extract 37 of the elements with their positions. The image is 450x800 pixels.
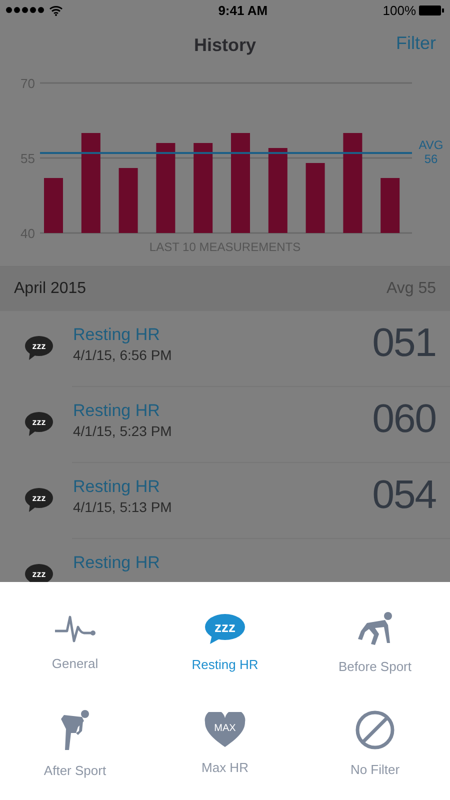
row-title: Resting HR [73,325,161,345]
prohibited-icon [355,710,395,750]
measurement-row[interactable]: zzz Resting HR 4/1/15, 6:56 PM 051 [0,311,450,387]
battery-icon [419,4,444,16]
signal-icon [6,7,44,13]
heart-icon: MAX [204,712,246,748]
section-title: April 2015 [14,280,86,298]
average-label: AVG 56 [418,138,444,166]
measurement-row[interactable]: zzz Resting HR 4/1/15, 5:13 PM 054 [0,463,450,539]
wifi-icon [49,4,63,16]
row-date: 4/1/15, 5:13 PM [73,499,173,515]
heart-rate-value: 060 [372,397,436,442]
heart-rate-value: 051 [372,321,436,366]
pulse-icon [53,614,97,644]
chart-bar [380,178,400,233]
filter-option[interactable]: General [0,592,150,693]
filter-option[interactable]: After Sport [0,693,150,794]
battery-percent: 100% [382,2,416,18]
screen-title: History [194,34,256,56]
heart-rate-value: 054 [372,473,436,518]
status-time: 9:41 AM [217,2,268,18]
filter-option[interactable]: MAX Max HR [150,693,300,794]
row-title: Resting HR [73,401,161,421]
filter-option[interactable]: No Filter [300,693,450,794]
chart-bar [306,163,325,233]
row-date: 4/1/15, 6:56 PM [73,347,173,363]
row-title: Resting HR [73,477,161,497]
row-date: 4/1/15, 5:23 PM [73,423,173,439]
bent-over-figure-icon [58,709,92,751]
filter-option[interactable]: zzz Resting HR [150,592,300,693]
chart-bar [44,178,63,233]
row-title: Resting HR [73,553,161,573]
filter-option[interactable]: Before Sport [300,592,450,693]
measurement-row[interactable]: zzz Resting HR 4/1/15, 5:23 PM 060 [0,387,450,463]
chart-bar [118,168,138,233]
crouching-runner-icon [355,611,395,647]
sleep-bubble-icon: zzz [24,563,54,582]
